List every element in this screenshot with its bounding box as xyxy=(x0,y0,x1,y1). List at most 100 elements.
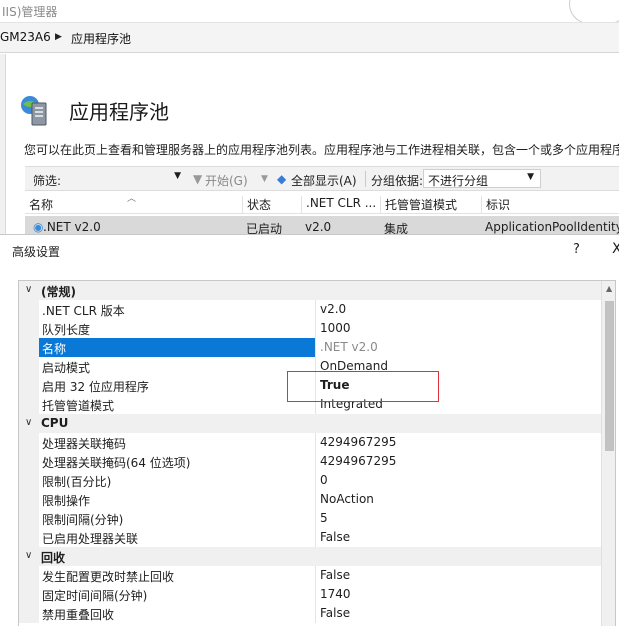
row-gutter xyxy=(19,528,39,547)
property-row[interactable]: 处理器关联掩码(64 位选项) 4294967295 xyxy=(19,452,601,471)
row-gutter xyxy=(19,319,39,338)
filter-toolbar: 筛选: ▼ ▼ 开始(G) ▼ ◆ 全部显示(A) 分组依据: 不进行分组 ▼ xyxy=(25,166,619,191)
help-button[interactable]: ? xyxy=(573,242,580,257)
row-gutter xyxy=(19,490,39,509)
toolbar-separator xyxy=(365,171,366,187)
property-row[interactable]: 限制间隔(分钟) 5 xyxy=(19,509,601,528)
property-row[interactable]: 固定时间间隔(分钟) 1740 xyxy=(19,585,601,604)
close-button[interactable]: X xyxy=(612,241,619,257)
window-titlebar: IIS)管理器 xyxy=(0,0,619,24)
column-name[interactable]: 名称 xyxy=(25,196,53,214)
column-clr[interactable]: .NET CLR ... xyxy=(301,196,376,214)
row-gutter xyxy=(19,433,39,452)
breadcrumb-server[interactable]: GM23A6 xyxy=(0,30,51,44)
property-name: .NET CLR 版本 xyxy=(42,304,125,318)
row-gutter xyxy=(19,376,39,395)
category-cpu[interactable]: ∨ CPU xyxy=(19,414,601,433)
advanced-settings-dialog: 高级设置 ? X ∨ (常规) .NET CLR 版本 v2.0 队列长度 1000… xyxy=(0,234,619,626)
property-row[interactable]: 队列长度 1000 xyxy=(19,319,601,338)
window-title: IIS)管理器 xyxy=(2,5,58,19)
column-divider xyxy=(315,319,316,338)
column-divider xyxy=(315,490,316,509)
column-pipeline[interactable]: 托管管道模式 xyxy=(380,196,457,214)
vertical-scrollbar[interactable]: ▲ xyxy=(601,281,615,626)
property-row-selected[interactable]: 名称 .NET v2.0 xyxy=(19,338,601,357)
property-value[interactable]: v2.0 xyxy=(320,302,346,316)
property-value[interactable]: 5 xyxy=(320,511,328,525)
property-name: 名称 xyxy=(42,342,67,356)
pool-clr: v2.0 xyxy=(305,220,332,234)
filter-dropdown-icon[interactable]: ▼ xyxy=(174,171,181,181)
property-row[interactable]: 已启用处理器关联 False xyxy=(19,528,601,547)
property-value[interactable]: 4294967295 xyxy=(320,435,396,449)
column-status[interactable]: 状态 xyxy=(242,196,271,214)
category-label: CPU xyxy=(41,416,69,430)
property-name: 限制操作 xyxy=(42,494,91,508)
window-corner-decoration xyxy=(569,0,619,24)
column-divider xyxy=(315,433,316,452)
property-name: 启用 32 位应用程序 xyxy=(42,380,149,394)
go-button[interactable]: 开始(G) xyxy=(205,172,248,189)
property-row[interactable]: 限制操作 NoAction xyxy=(19,490,601,509)
property-name: 处理器关联掩码 xyxy=(42,437,127,451)
collapse-icon[interactable]: ∨ xyxy=(25,284,32,295)
column-divider xyxy=(315,566,316,585)
property-value[interactable]: False xyxy=(320,568,350,582)
filter-input[interactable]: ▼ xyxy=(61,169,183,188)
property-value[interactable]: False xyxy=(320,606,350,620)
group-by-dropdown-icon[interactable]: ▼ xyxy=(527,172,534,182)
property-row[interactable]: 发生配置更改时禁止回收 False xyxy=(19,566,601,585)
category-general[interactable]: ∨ (常规) xyxy=(19,281,601,300)
app-pool-icon xyxy=(21,96,47,126)
row-gutter xyxy=(19,566,39,585)
property-value[interactable]: False xyxy=(320,530,350,544)
group-by-select[interactable]: 不进行分组 ▼ xyxy=(423,169,541,188)
column-identity[interactable]: 标识 xyxy=(481,196,510,214)
row-gutter xyxy=(19,471,39,490)
column-divider xyxy=(315,300,316,319)
pool-grid-header: 名称 ︿ 状态 .NET CLR ... 托管管道模式 标识 xyxy=(25,193,619,214)
collapse-icon[interactable]: ∨ xyxy=(25,417,32,428)
page-title: 应用程序池 xyxy=(69,100,169,124)
category-label: (常规) xyxy=(41,285,76,299)
column-divider xyxy=(315,509,316,528)
show-all-button[interactable]: 全部显示(A) xyxy=(291,172,357,189)
filter-label: 筛选: xyxy=(33,174,62,188)
property-row[interactable]: 限制(百分比) 0 xyxy=(19,471,601,490)
scrollbar-thumb[interactable] xyxy=(605,301,614,451)
main-content: 应用程序池 您可以在此页上查看和管理服务器上的应用程序池列表。应用程序池与工作进… xyxy=(7,54,619,240)
column-divider xyxy=(315,338,316,357)
category-label: 回收 xyxy=(41,551,66,565)
property-name: 已启用处理器关联 xyxy=(42,532,139,546)
collapse-icon[interactable]: ∨ xyxy=(25,550,32,561)
show-all-icon: ◆ xyxy=(277,172,287,186)
property-name: 限制间隔(分钟) xyxy=(42,513,124,527)
breadcrumb-page[interactable]: 应用程序池 xyxy=(71,30,131,47)
sort-indicator-icon: ︿ xyxy=(127,194,137,204)
property-value[interactable]: NoAction xyxy=(320,492,374,506)
column-divider xyxy=(315,452,316,471)
property-name: 发生配置更改时禁止回收 xyxy=(42,570,175,584)
scroll-up-icon[interactable]: ▲ xyxy=(606,284,612,293)
property-name: 托管管道模式 xyxy=(42,399,115,413)
category-recycling[interactable]: ∨ 回收 xyxy=(19,547,601,566)
group-by-value: 不进行分组 xyxy=(428,174,489,188)
property-name: 固定时间间隔(分钟) xyxy=(42,589,148,603)
property-value[interactable]: .NET v2.0 xyxy=(320,340,378,354)
property-row[interactable]: 禁用重叠回收 False xyxy=(19,604,601,623)
column-divider xyxy=(315,471,316,490)
property-name: 处理器关联掩码(64 位选项) xyxy=(42,456,191,470)
property-name: 禁用重叠回收 xyxy=(42,608,115,622)
annotation-highlight-box xyxy=(287,371,439,402)
row-gutter xyxy=(19,585,39,604)
property-row[interactable]: .NET CLR 版本 v2.0 xyxy=(19,300,601,319)
row-gutter xyxy=(19,604,39,623)
property-value[interactable]: 1000 xyxy=(320,321,351,335)
breadcrumb-arrow-icon[interactable]: ▶ xyxy=(55,32,62,42)
pool-name: .NET v2.0 xyxy=(43,220,101,234)
go-dropdown-icon[interactable]: ▼ xyxy=(261,174,268,184)
property-value[interactable]: 0 xyxy=(320,473,328,487)
property-row[interactable]: 处理器关联掩码 4294967295 xyxy=(19,433,601,452)
property-value[interactable]: 4294967295 xyxy=(320,454,396,468)
property-value[interactable]: 1740 xyxy=(320,587,351,601)
